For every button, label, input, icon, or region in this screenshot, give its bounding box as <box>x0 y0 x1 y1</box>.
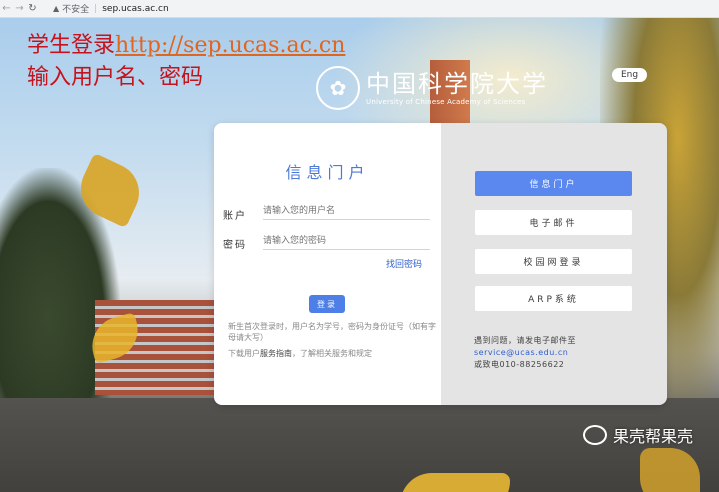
warning-icon[interactable]: ▲ <box>53 4 59 13</box>
email-button[interactable]: 电子邮件 <box>475 210 632 235</box>
overlay-title: 学生登录 <box>27 33 116 58</box>
language-toggle-button[interactable]: Eng <box>612 68 647 82</box>
annotation-overlay: 学生登录http://sep.ucas.ac.cn 输入用户名、密码 <box>27 30 345 94</box>
account-label: 账户 <box>223 211 247 222</box>
password-label: 密码 <box>223 240 247 251</box>
portal-button[interactable]: 信息门户 <box>475 171 632 196</box>
forgot-password-link[interactable]: 找回密码 <box>386 257 422 270</box>
logo-english-name: University of Chinese Academy of Science… <box>366 98 526 106</box>
login-panel: 信息门户 账户 密码 找回密码 登录 新生首次登录时，用户名为学号，密码为身份证… <box>214 123 441 405</box>
wechat-icon <box>583 425 607 445</box>
emblem-icon: ✿ <box>316 66 360 110</box>
login-title: 信息门户 <box>285 163 370 182</box>
overlay-instruction: 输入用户名、密码 <box>27 65 204 90</box>
logo-chinese-name: 中国科学院大学 <box>366 70 548 98</box>
contact-info: 遇到问题，请发电子邮件至 service@ucas.edu.cn 或致电010-… <box>474 336 576 369</box>
service-guide-link[interactable]: 服务指南 <box>260 349 292 358</box>
login-card: 信息门户 账户 密码 找回密码 登录 新生首次登录时，用户名为学号，密码为身份证… <box>214 123 667 405</box>
watermark-text: 果壳帮果壳 <box>613 427 694 446</box>
back-icon[interactable]: ← <box>0 3 13 14</box>
security-label[interactable]: 不安全 <box>62 2 89 15</box>
login-button[interactable]: 登录 <box>309 295 345 313</box>
arp-system-button[interactable]: ARP系统 <box>475 286 632 311</box>
contact-email-link[interactable]: service@ucas.edu.cn <box>474 347 576 359</box>
campus-network-button[interactable]: 校园网登录 <box>475 249 632 274</box>
services-panel: 信息门户 电子邮件 校园网登录 ARP系统 遇到问题，请发电子邮件至 servi… <box>441 123 667 405</box>
overlay-link[interactable]: http://sep.ucas.ac.cn <box>115 33 345 58</box>
service-guide-text: 下载用户服务指南，了解相关服务和规定 <box>228 349 372 358</box>
browser-toolbar: ← → ↻ ▲ 不安全 | sep.ucas.ac.cn <box>0 0 719 18</box>
address-divider: | <box>94 3 98 14</box>
address-bar[interactable]: sep.ucas.ac.cn <box>102 4 169 14</box>
first-login-hint: 新生首次登录时，用户名为学号，密码为身份证号（如有字母请大写） <box>228 322 436 342</box>
university-logo: ✿ 中国科学院大学 University of Chinese Academy … <box>316 66 548 110</box>
forward-icon[interactable]: → <box>13 3 26 14</box>
watermark: 果壳帮果壳 <box>583 423 693 447</box>
password-input[interactable] <box>263 233 430 250</box>
reload-icon[interactable]: ↻ <box>26 3 39 14</box>
account-input[interactable] <box>263 203 430 220</box>
